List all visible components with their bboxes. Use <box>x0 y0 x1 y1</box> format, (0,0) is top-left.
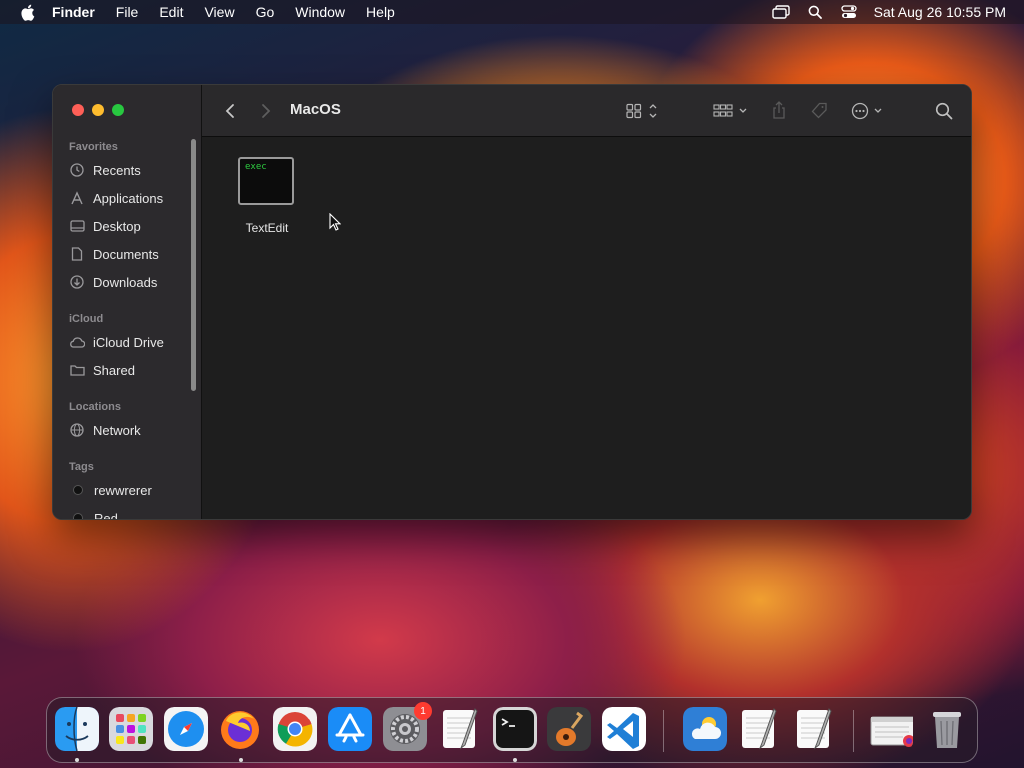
sidebar-item-desktop[interactable]: Desktop <box>69 215 141 237</box>
network-globe-icon <box>69 422 85 438</box>
sidebar-item-recents[interactable]: Recents <box>69 159 141 181</box>
toolbar: MacOS <box>202 85 971 137</box>
spotlight-search-icon[interactable] <box>806 3 824 21</box>
mouse-pointer-icon <box>329 212 342 236</box>
dock-weather-icon[interactable] <box>683 707 727 751</box>
clock-icon <box>69 162 85 178</box>
sidebar-section-tags: Tags <box>69 461 94 473</box>
close-button[interactable] <box>72 104 84 116</box>
dock-firefox-icon[interactable] <box>218 707 262 751</box>
menu-finder[interactable]: Finder <box>52 4 95 20</box>
shared-folder-icon <box>69 362 85 378</box>
menu-edit[interactable]: Edit <box>159 4 183 20</box>
sidebar-scrollbar[interactable] <box>191 139 196 391</box>
more-actions-icon[interactable] <box>849 100 889 122</box>
sidebar-item-network[interactable]: Network <box>69 419 141 441</box>
sidebar-item-downloads[interactable]: Downloads <box>69 271 157 293</box>
menu-help[interactable]: Help <box>366 4 395 20</box>
dock <box>46 697 978 763</box>
sidebar-item-label: Downloads <box>93 274 158 290</box>
dock-finder-icon[interactable] <box>55 707 99 751</box>
sidebar-item-label: rewwrerer <box>94 482 152 498</box>
tag-dot-icon <box>73 485 83 495</box>
menu-window[interactable]: Window <box>295 4 345 20</box>
document-icon <box>69 246 85 262</box>
sidebar-tag-red[interactable]: Red <box>69 507 118 520</box>
exec-file-icon: exec <box>238 157 294 205</box>
sidebar-item-label: Applications <box>93 190 164 206</box>
group-by-icon[interactable] <box>711 100 751 122</box>
file-item[interactable]: exec TextEdit <box>238 157 296 235</box>
download-icon <box>69 274 85 290</box>
desktop-icon <box>69 218 85 234</box>
window-controls <box>72 104 132 116</box>
sidebar-item-label: Desktop <box>93 218 141 234</box>
sidebar-item-applications[interactable]: Applications <box>69 187 163 209</box>
applications-icon <box>69 190 85 206</box>
share-icon[interactable] <box>769 99 789 121</box>
sidebar-tag-rewwrerer[interactable]: rewwrerer <box>69 479 152 501</box>
sidebar-item-shared[interactable]: Shared <box>69 359 135 381</box>
notification-badge: 1 <box>414 702 432 720</box>
sidebar-item-label: Network <box>93 422 141 438</box>
dock-trash-icon[interactable] <box>925 707 969 751</box>
menu-go[interactable]: Go <box>256 4 275 20</box>
menubar-clock[interactable]: Sat Aug 26 10:55 PM <box>874 4 1006 20</box>
sidebar-item-documents[interactable]: Documents <box>69 243 159 265</box>
sidebar-item-icloud-drive[interactable]: iCloud Drive <box>69 331 164 353</box>
menu-bar: Finder File Edit View Go Window Help Sat… <box>0 0 1024 24</box>
sidebar-item-label: Documents <box>93 246 159 262</box>
running-indicator <box>75 758 79 762</box>
dock-launchpad-icon[interactable] <box>109 707 153 751</box>
apple-menu-icon[interactable] <box>18 3 36 21</box>
sidebar-item-label: Red <box>94 510 118 520</box>
forward-chevron-icon[interactable] <box>258 101 274 121</box>
sidebar: Favorites Recents Applications Desktop D… <box>53 85 202 519</box>
file-thumb-label: exec <box>245 162 267 172</box>
dock-separator <box>663 710 664 752</box>
control-center-icon[interactable] <box>840 3 858 21</box>
running-indicator <box>513 758 517 762</box>
back-chevron-icon[interactable] <box>222 101 238 121</box>
sidebar-item-label: Recents <box>93 162 141 178</box>
sidebar-item-label: iCloud Drive <box>93 334 164 350</box>
window-title: MacOS <box>290 101 341 118</box>
zoom-button[interactable] <box>112 104 124 116</box>
dock-vscode-icon[interactable] <box>602 707 646 751</box>
screen-mirroring-icon[interactable] <box>771 3 790 21</box>
sidebar-item-label: Shared <box>93 362 135 378</box>
dock-terminal-icon[interactable] <box>493 707 537 751</box>
dock-textedit-document-icon[interactable] <box>737 707 781 751</box>
running-indicator <box>239 758 243 762</box>
dock-textedit-icon[interactable] <box>438 707 482 751</box>
finder-window: Favorites Recents Applications Desktop D… <box>52 84 972 520</box>
dock-safari-icon[interactable] <box>164 707 208 751</box>
menu-view[interactable]: View <box>204 4 234 20</box>
tag-icon[interactable] <box>808 100 830 122</box>
menu-file[interactable]: File <box>116 4 139 20</box>
sidebar-section-favorites: Favorites <box>69 141 118 153</box>
dock-separator <box>853 710 854 752</box>
tag-dot-icon <box>73 513 83 519</box>
file-name: TextEdit <box>245 221 289 235</box>
search-icon[interactable] <box>933 100 955 122</box>
dock-minimized-window-icon[interactable] <box>869 707 913 751</box>
content-area: MacOS exec TextEdit <box>202 85 971 519</box>
dock-garageband-icon[interactable] <box>547 707 591 751</box>
dock-app-store-icon[interactable] <box>328 707 372 751</box>
cloud-icon <box>69 334 85 350</box>
sidebar-section-icloud: iCloud <box>69 313 104 325</box>
sidebar-section-locations: Locations <box>69 401 121 413</box>
dock-textedit-document-icon[interactable] <box>792 707 836 751</box>
view-mode-icon[interactable] <box>623 100 663 122</box>
dock-chrome-icon[interactable] <box>273 707 317 751</box>
minimize-button[interactable] <box>92 104 104 116</box>
